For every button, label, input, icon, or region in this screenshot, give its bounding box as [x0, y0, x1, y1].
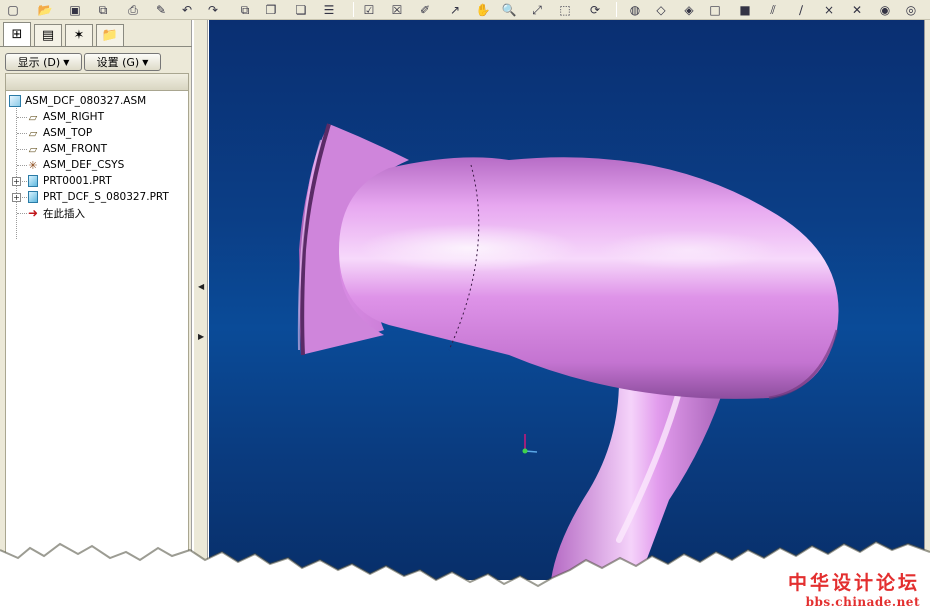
main-toolbar: ▢ 📂 ▣ ⧉ ⎙ ✎ ↶ ↷ ⧉ ❐ ❏ ☰ ☑ ☒ ✐ ↗ ✋ 🔍 ⤢ ⬚ ⟳ ◍ ◇ ◈ □ ■ ⫽ ∕ × ✕ ◉ ◎ [0, 0, 930, 20]
redo-icon[interactable]: ↷ [204, 1, 222, 18]
show-dropdown-button[interactable]: 显示 (D) ▼ [5, 53, 82, 71]
hidden-line-icon[interactable]: ◈ [680, 1, 698, 18]
save-icon[interactable]: ▣ [66, 1, 84, 18]
paint-icon[interactable]: ✎ [152, 1, 170, 18]
tree-expand-toggle[interactable]: + [12, 177, 21, 186]
saved-views-icon[interactable]: ◎ [902, 1, 920, 18]
assembly-icon [8, 95, 22, 107]
watermark-text: 中华设计论坛 [787, 572, 920, 594]
view-manager-icon[interactable]: ◉ [876, 1, 894, 18]
plane-icon: ▱ [28, 126, 38, 140]
model-tree[interactable]: ASM_DCF_080327.ASM ▱ ASM_RIGHT ▱ ASM_TOP ▱ AS… [5, 91, 189, 580]
show-button-label: 显示 (D) [17, 56, 61, 69]
forum-watermark: 中华设计论坛 bbs.chinade.net [788, 568, 920, 609]
open-icon[interactable]: 📂 [36, 1, 54, 18]
panel-splitter[interactable]: ◀ ▶ [193, 20, 208, 580]
tree-item-label: ASM_RIGHT [43, 111, 104, 123]
graphics-viewport[interactable] [209, 20, 924, 580]
sketch-icon[interactable]: ↗ [446, 1, 464, 18]
part-icon [26, 191, 40, 203]
tree-root-label: ASM_DCF_080327.ASM [25, 95, 147, 107]
watermark-url: bbs.chinade.net [805, 595, 920, 609]
dryer-body [339, 157, 839, 399]
toolbar-separator [353, 2, 354, 17]
regenerate-icon[interactable]: ☰ [320, 1, 338, 18]
wireframe-icon[interactable]: ◇ [652, 1, 670, 18]
datum-planes-icon[interactable]: ⫽ [764, 1, 782, 18]
chevron-down-icon: ▼ [63, 57, 70, 67]
tree-root[interactable]: ASM_DCF_080327.ASM [8, 94, 146, 108]
new-icon[interactable]: ▢ [4, 1, 22, 18]
toolbar-separator [616, 2, 617, 17]
tab-model-tree[interactable]: ⊞ [3, 22, 31, 46]
tree-item[interactable]: ▱ ASM_RIGHT [26, 110, 104, 124]
print-icon[interactable]: ⎙ [124, 1, 142, 18]
csys-icon[interactable]: ✕ [848, 1, 866, 18]
tree-expand-toggle[interactable]: + [12, 193, 21, 202]
no-hidden-icon[interactable]: □ [706, 1, 724, 18]
tree-item[interactable]: ✳ ASM_DEF_CSYS [26, 158, 124, 172]
tree-item[interactable]: PRT0001.PRT [26, 174, 112, 188]
tab-layers[interactable]: ▤ [34, 24, 62, 46]
tree-item-label: 在此插入 [43, 207, 85, 220]
plane-icon: ▱ [28, 142, 38, 156]
insert-arrow-icon: ➜ [27, 206, 39, 220]
settings-dropdown-button[interactable]: 设置 (G) ▼ [84, 53, 161, 71]
tree-item[interactable]: ▱ ASM_TOP [26, 126, 92, 140]
zoom-in-icon[interactable]: 🔍 [500, 1, 518, 18]
paste-special-icon[interactable]: ❏ [292, 1, 310, 18]
tabs-divider [0, 46, 192, 47]
model-view [297, 123, 839, 580]
tree-item-label: ASM_TOP [43, 127, 93, 139]
check-icon[interactable]: ☑ [360, 1, 378, 18]
copy-icon[interactable]: ⧉ [236, 1, 254, 18]
csys-icon: ✳ [28, 158, 38, 172]
model-tree-header[interactable] [5, 73, 189, 91]
repaint-icon[interactable]: ⟳ [586, 1, 604, 18]
tree-item-label: PRT0001.PRT [43, 175, 112, 187]
expand-arrow-icon[interactable]: ▶ [198, 332, 204, 341]
part-icon [26, 175, 40, 187]
tree-item[interactable]: PRT_DCF_S_080327.PRT [26, 190, 169, 204]
tree-item-label: ASM_DEF_CSYS [43, 159, 125, 171]
chevron-down-icon: ▼ [142, 57, 149, 67]
tree-item[interactable]: ➜ 在此插入 [26, 206, 85, 220]
zoom-out-icon[interactable]: ⤢ [528, 1, 546, 18]
plane-icon: ▱ [28, 110, 38, 124]
tree-item-label: PRT_DCF_S_080327.PRT [43, 191, 169, 203]
shading-icon[interactable]: ■ [736, 1, 754, 18]
settings-button-label: 设置 (G) [96, 56, 140, 69]
tab-folder[interactable]: 📁 [96, 24, 124, 46]
tree-item[interactable]: ▱ ASM_FRONT [26, 142, 107, 156]
undo-icon[interactable]: ↶ [178, 1, 196, 18]
appearance-icon[interactable]: ◍ [626, 1, 644, 18]
tab-favorites[interactable]: ✶ [65, 24, 93, 46]
paste-icon[interactable]: ❐ [262, 1, 280, 18]
tree-item-label: ASM_FRONT [43, 143, 108, 155]
tree-connector [16, 105, 17, 239]
cancel-icon[interactable]: ☒ [388, 1, 406, 18]
datum-points-icon[interactable]: × [820, 1, 838, 18]
pan-hand-icon[interactable]: ✋ [474, 1, 492, 18]
viewport-border [924, 20, 930, 580]
datum-axes-icon[interactable]: ∕ [792, 1, 810, 18]
navigator-panel: ⊞ ▤ ✶ 📁 显示 (D) ▼ 设置 (G) ▼ ASM_DCF_080327.AS… [0, 20, 192, 580]
save-copy-icon[interactable]: ⧉ [94, 1, 112, 18]
collapse-arrow-icon[interactable]: ◀ [198, 282, 204, 291]
refit-icon[interactable]: ⬚ [556, 1, 574, 18]
edit-icon[interactable]: ✐ [416, 1, 434, 18]
